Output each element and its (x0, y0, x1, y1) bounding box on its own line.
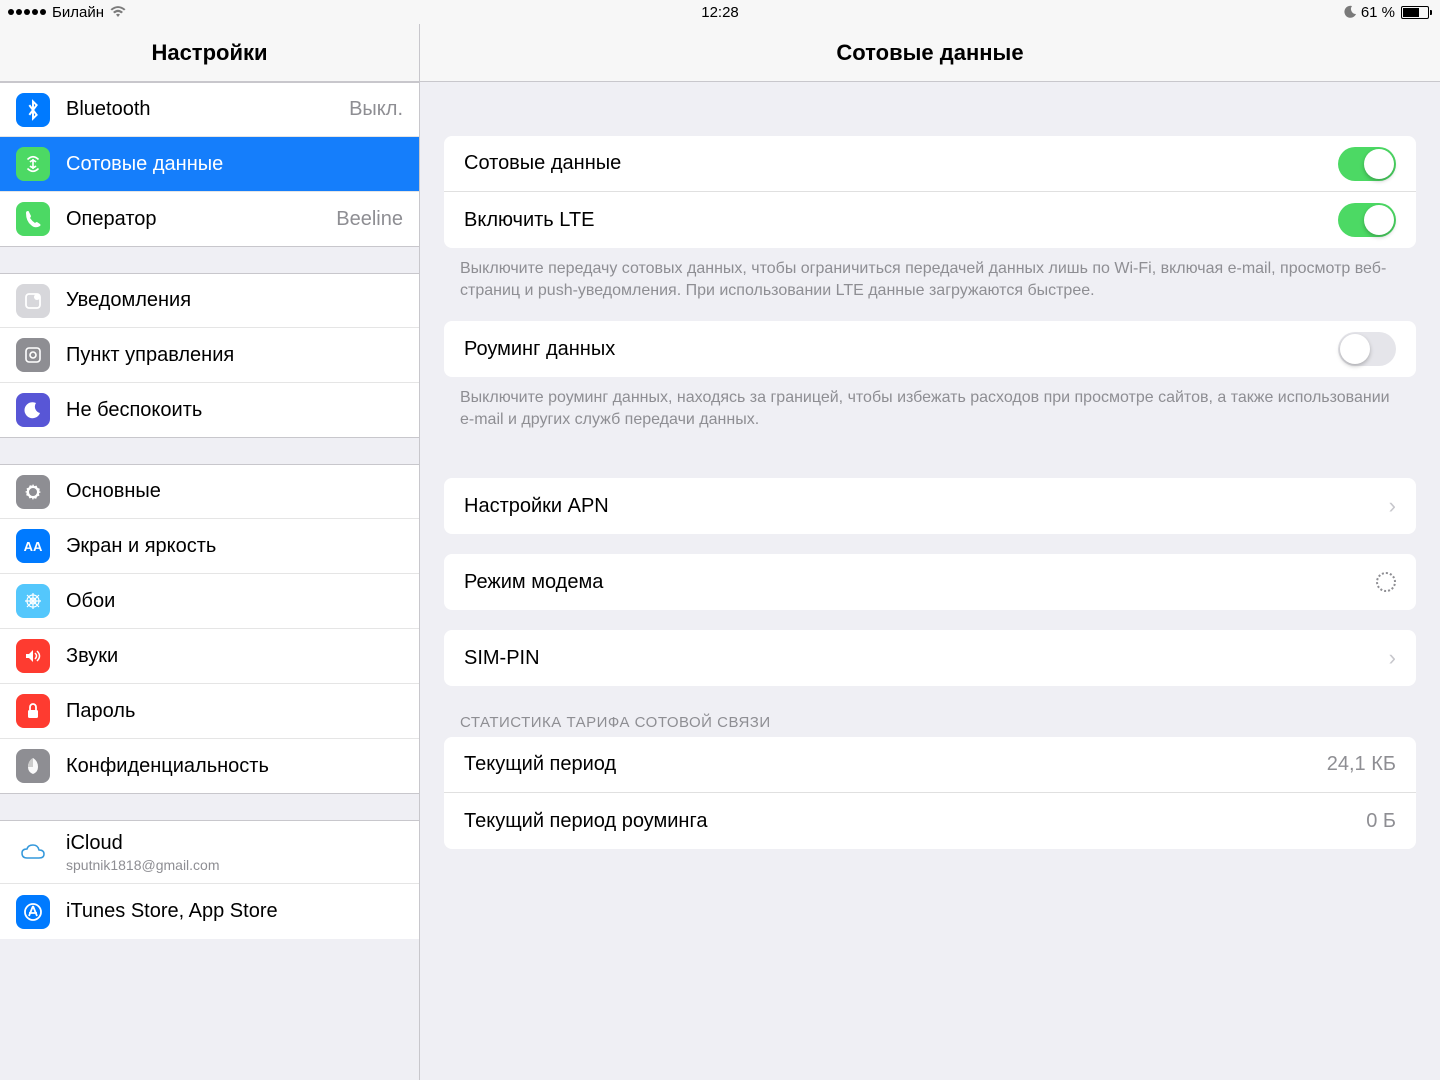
chevron-right-icon: › (1389, 645, 1396, 671)
data-roaming-toggle[interactable] (1338, 332, 1396, 366)
enable-lte-label: Включить LTE (464, 209, 1338, 232)
sidebar-item-label: Пароль (66, 700, 403, 723)
privacy-icon (16, 749, 50, 783)
sidebar-item-конфиденциальность[interactable]: Конфиденциальность (0, 739, 419, 794)
sidebar-item-value: Beeline (336, 208, 403, 231)
dnd-moon-icon (1343, 5, 1357, 19)
sidebar-item-label: Звуки (66, 645, 403, 668)
sidebar-item-value: Выкл. (349, 98, 403, 121)
detail-pane: Сотовые данные Сотовые данные Включить L… (420, 24, 1440, 1080)
clock: 12:28 (483, 4, 958, 21)
sidebar-item-пароль[interactable]: Пароль (0, 684, 419, 739)
sidebar-item-label: Не беспокоить (66, 399, 403, 422)
sidebar-item-не-беспокоить[interactable]: Не беспокоить (0, 383, 419, 438)
passcode-icon (16, 694, 50, 728)
enable-lte-toggle[interactable] (1338, 203, 1396, 237)
sim-pin-label: SIM-PIN (464, 647, 1389, 670)
current-period-value: 24,1 КБ (1327, 753, 1396, 776)
sidebar-item-icloud[interactable]: iCloud sputnik1818@gmail.com (0, 820, 419, 884)
cellular-data-row[interactable]: Сотовые данные (444, 136, 1416, 192)
loading-spinner-icon (1376, 572, 1396, 592)
battery-icon (1399, 6, 1432, 19)
personal-hotspot-label: Режим модема (464, 571, 1376, 594)
roaming-period-label: Текущий период роуминга (464, 810, 1366, 833)
sidebar-item-оператор[interactable]: ОператорBeeline (0, 192, 419, 247)
sidebar-item-label: Сотовые данные (66, 153, 403, 176)
sim-pin-row[interactable]: SIM-PIN › (444, 630, 1416, 686)
sidebar-title: Настройки (151, 40, 267, 66)
sidebar-item-label: Bluetooth (66, 98, 349, 121)
sidebar-item-label: Конфиденциальность (66, 755, 403, 778)
apn-settings-label: Настройки APN (464, 495, 1389, 518)
appstore-icon (16, 895, 50, 929)
sidebar-item-основные[interactable]: Основные (0, 464, 419, 519)
wallpaper-icon (16, 584, 50, 618)
sidebar-item-label: Оператор (66, 208, 336, 231)
sidebar-item-экран-и-яркость[interactable]: AA Экран и яркость (0, 519, 419, 574)
cellular-data-note: Выключите передачу сотовых данных, чтобы… (460, 258, 1400, 301)
sidebar-item-обои[interactable]: Обои (0, 574, 419, 629)
current-period-label: Текущий период (464, 753, 1327, 776)
phone-icon (16, 202, 50, 236)
status-bar: Билайн 12:28 61 % (0, 0, 1440, 24)
sidebar-item-label: Уведомления (66, 289, 403, 312)
sidebar-item-label: Основные (66, 480, 403, 503)
sidebar-item-label: Пункт управления (66, 344, 403, 367)
dnd-icon (16, 393, 50, 427)
signal-strength-icon (8, 9, 46, 15)
sidebar-item-bluetooth[interactable]: BluetoothВыкл. (0, 82, 419, 137)
chevron-right-icon: › (1389, 493, 1396, 519)
current-period-row: Текущий период 24,1 КБ (444, 737, 1416, 793)
data-roaming-note: Выключите роуминг данных, находясь за гр… (460, 387, 1400, 430)
detail-header: Сотовые данные (420, 24, 1440, 82)
detail-title: Сотовые данные (836, 40, 1023, 66)
sidebar-item-label: iTunes Store, App Store (66, 900, 403, 923)
display-icon: AA (16, 529, 50, 563)
sidebar-item-label: iCloud (66, 832, 220, 855)
sidebar-header: Настройки (0, 24, 419, 82)
data-roaming-row[interactable]: Роуминг данных (444, 321, 1416, 377)
bluetooth-icon (16, 93, 50, 127)
wifi-icon (110, 6, 126, 18)
gear-icon (16, 475, 50, 509)
icloud-icon (16, 835, 50, 869)
cellular-icon (16, 147, 50, 181)
sidebar-item-label: Обои (66, 590, 403, 613)
sounds-icon (16, 639, 50, 673)
sidebar-item-сотовые-данные[interactable]: Сотовые данные (0, 137, 419, 192)
roaming-period-value: 0 Б (1366, 810, 1396, 833)
personal-hotspot-row[interactable]: Режим модема (444, 554, 1416, 610)
sidebar-item-label: Экран и яркость (66, 535, 403, 558)
cellular-data-label: Сотовые данные (464, 152, 1338, 175)
sidebar-item-itunes-store-app-store[interactable]: iTunes Store, App Store (0, 884, 419, 939)
data-roaming-label: Роуминг данных (464, 338, 1338, 361)
cellular-data-toggle[interactable] (1338, 147, 1396, 181)
control-center-icon (16, 338, 50, 372)
sidebar-item-subtitle: sputnik1818@gmail.com (66, 857, 220, 873)
sidebar-item-пункт-управления[interactable]: Пункт управления (0, 328, 419, 383)
stats-header: СТАТИСТИКА ТАРИФА СОТОВОЙ СВЯЗИ (460, 714, 1400, 731)
notifications-icon (16, 284, 50, 318)
roaming-period-row: Текущий период роуминга 0 Б (444, 793, 1416, 849)
carrier-name: Билайн (52, 4, 104, 21)
sidebar-item-уведомления[interactable]: Уведомления (0, 273, 419, 328)
settings-sidebar: Настройки BluetoothВыкл. Сотовые данные Оп… (0, 24, 420, 1080)
apn-settings-row[interactable]: Настройки APN › (444, 478, 1416, 534)
enable-lte-row[interactable]: Включить LTE (444, 192, 1416, 248)
sidebar-item-звуки[interactable]: Звуки (0, 629, 419, 684)
battery-percent: 61 % (1361, 4, 1395, 21)
